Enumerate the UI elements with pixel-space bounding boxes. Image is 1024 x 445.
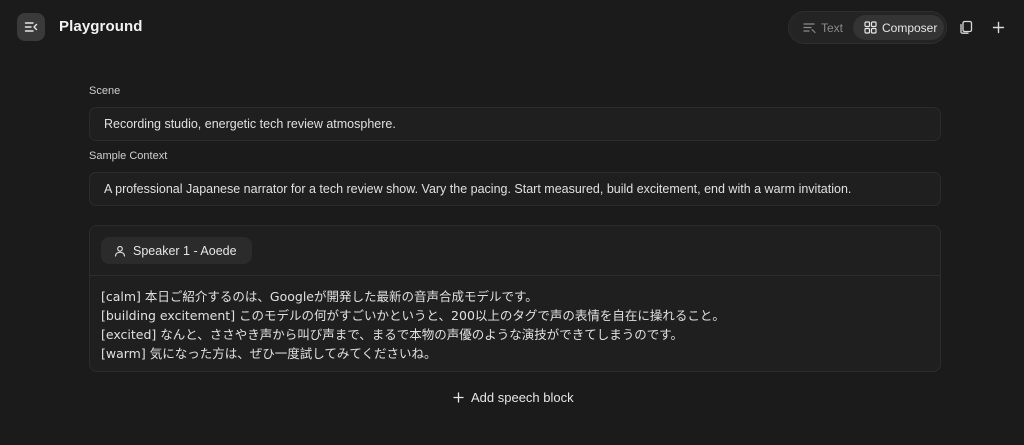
speech-text-area[interactable]: [calm] 本日ご紹介するのは、Googleが開発した最新の音声合成モデルです… [101,287,931,363]
divider [90,275,940,276]
speech-line: [building excitement] このモデルの何がすごいかというと、2… [101,308,725,323]
tab-composer-label: Composer [882,20,938,35]
copy-button[interactable] [956,17,976,37]
scene-label: Scene [89,85,121,97]
add-speech-block-label: Add speech block [471,389,574,405]
speech-block: Speaker 1 - Aoede [calm] 本日ご紹介するのは、Googl… [89,225,941,372]
plus-icon [453,391,464,403]
speech-line: [calm] 本日ご紹介するのは、Googleが開発した最新の音声合成モデルです… [101,289,538,304]
mode-switch: Text Composer [788,11,947,44]
new-button[interactable] [988,17,1008,37]
speech-line: [excited] なんと、ささやき声から叫び声まで、まるで本物の声優のような演… [101,327,683,342]
tab-text[interactable]: Text [797,15,855,40]
add-speech-block-button[interactable]: Add speech block [453,388,574,406]
user-icon [114,245,126,257]
grid-icon [864,21,877,34]
page-title: Playground [59,18,143,35]
tab-text-label: Text [821,20,844,35]
tab-composer[interactable]: Composer [853,15,944,40]
plus-icon [992,21,1004,33]
text-lines-icon [803,23,816,34]
speaker-name: Speaker 1 - Aoede [133,243,237,258]
sidebar-toggle-button[interactable] [17,13,45,41]
sidebar-collapse-icon [24,22,38,32]
speech-line: [warm] 気になった方は、ぜひ一度試してみてくださいね。 [101,346,437,361]
top-bar: Playground Text Composer [0,0,1024,56]
sample-context-label: Sample Context [89,150,168,162]
speaker-selector[interactable]: Speaker 1 - Aoede [101,237,252,264]
scene-input[interactable]: Recording studio, energetic tech review … [89,107,941,141]
sample-context-input[interactable]: A professional Japanese narrator for a t… [89,172,941,206]
copy-icon [960,20,973,34]
